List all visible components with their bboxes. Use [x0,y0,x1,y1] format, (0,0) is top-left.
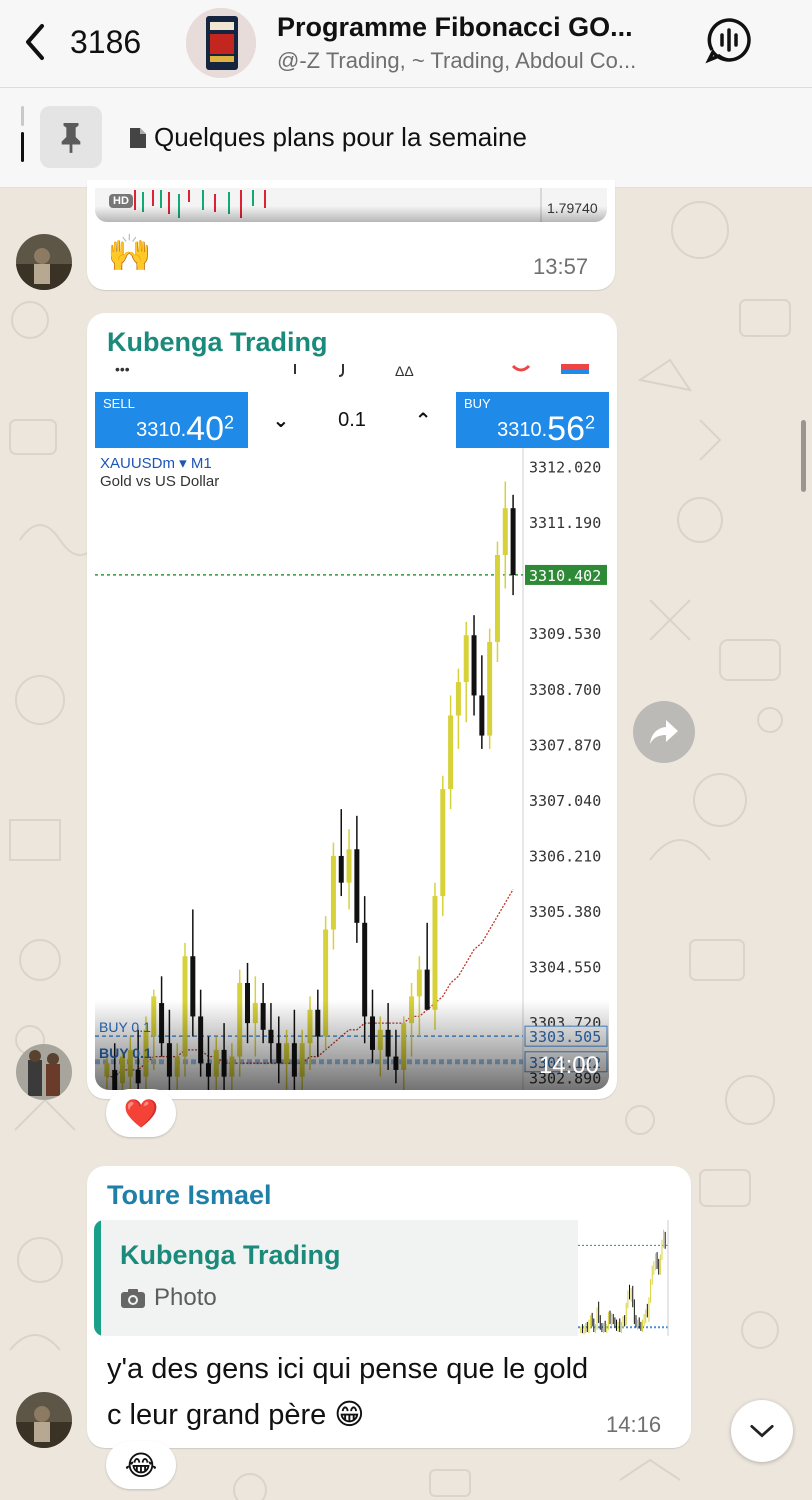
candlestick-chart: 3312.020 3311.190 3310.402 3309.530 3308.700… [95,448,609,1090]
group-members[interactable]: @-Z Trading, ~ Trading, Abdoul Co... [277,48,687,74]
y-tick-label: 3307.040 [529,792,601,810]
svg-text:•••: ••• [115,361,130,377]
candle-body [455,682,461,716]
sender-name[interactable]: Kubenga Trading [107,327,328,358]
y-tick-label: 3308.700 [529,681,601,699]
buy-price: 3310.562 [497,410,595,448]
buy-label: BUY [464,396,491,411]
chevron-left-icon [26,24,44,60]
reaction-badge[interactable]: ❤️ [106,1089,176,1137]
candle-body [338,855,344,883]
previous-chart-thumbnail[interactable]: HD 1.79740 [95,188,607,222]
chart-toolbar-icons: ••• ΔΔ [115,361,589,379]
reaction-heart: ❤️ [123,1097,159,1129]
message-bubble[interactable]: HD 1.79740 🙌 13:57 [87,180,615,290]
pinned-message-bar[interactable]: Quelques plans pour la semaine [0,88,812,188]
y-tick-label: 3304.550 [529,958,601,976]
group-avatar[interactable] [186,8,256,78]
sender-avatar[interactable] [16,234,72,290]
back-button[interactable]: 3186 [22,22,141,62]
svg-text:ΔΔ: ΔΔ [395,363,414,379]
quoted-chart-thumbnail [578,1220,686,1336]
candle-body [487,641,493,736]
candle-body [510,508,516,576]
lot-size-value[interactable]: 0.1 [338,409,366,432]
sender-avatar[interactable] [16,1392,72,1448]
pinned-label: Quelques plans pour la semaine [154,122,527,152]
forward-icon [650,720,678,744]
candle-body [416,969,422,997]
candle-body [479,695,485,736]
voice-chat-icon[interactable] [705,16,753,64]
candle-body [432,896,438,1010]
pinned-text: Quelques plans pour la semaine [128,122,527,153]
message-time: 13:57 [533,254,589,279]
candle-body [440,789,446,897]
chat-header: 3186 Programme Fibonacci GO... @-Z Tradi… [0,0,812,88]
scroll-to-bottom-button[interactable] [731,1400,793,1462]
candle-body [463,635,469,683]
y-tick-label: 3310.402 [529,567,601,585]
quoted-sender: Kubenga Trading [120,1240,341,1270]
y-tick-label: 3311.190 [529,514,601,532]
candle-body [346,849,352,883]
buy-button[interactable]: BUY 3310.562 [456,392,609,448]
trade-panel: SELL 3310.402 ⌄ 0.1 ⌃ BUY 3310.562 [95,392,609,448]
sell-label: SELL [103,396,135,411]
candle-body [448,715,454,790]
pin-icon[interactable] [40,106,102,168]
y-tick-label: 3309.530 [529,625,601,643]
quoted-type: Photo [120,1284,217,1312]
sender-name[interactable]: Toure Ismael [107,1180,272,1211]
candle-body [330,855,336,930]
reaction-badge[interactable]: 😂 [106,1441,176,1489]
message-time: 14:00 [538,1052,599,1079]
y-tick-label: 3306.210 [529,847,601,865]
unread-count: 3186 [70,23,142,60]
scrollbar[interactable] [801,420,806,492]
sell-button[interactable]: SELL 3310.402 [95,392,248,448]
group-title[interactable]: Programme Fibonacci GO... [277,12,687,43]
sender-avatar[interactable] [16,1044,72,1100]
reaction-laugh: 😂 [124,1449,158,1481]
candle-body [502,508,508,555]
quote-accent-bar [94,1220,101,1336]
chevron-down-icon [750,1424,774,1438]
document-icon [130,127,146,148]
y-tick-label: 3307.870 [529,736,601,754]
chart-image[interactable]: ••• ΔΔ SELL 3310.402 ⌄ 0.1 ⌃ BUY 3310.56… [95,360,609,1090]
chevron-up-icon[interactable]: ⌃ [415,408,432,433]
sell-price: 3310.402 [136,410,234,448]
lot-size-control: ⌄ 0.1 ⌃ [248,392,456,448]
message-time: 14:16 [606,1412,662,1437]
previous-chart-price: 1.79740 [547,200,598,216]
video-overlay-fade [95,1000,609,1090]
emoji-message: 🙌 [107,232,152,273]
candle-body [354,849,360,923]
camera-icon [121,1289,145,1308]
pinned-indicator [21,106,25,168]
chevron-down-icon[interactable]: ⌄ [272,408,289,433]
y-tick-label: 3312.020 [529,459,601,477]
forward-button[interactable] [633,701,695,763]
y-tick-label: 3305.380 [529,903,601,921]
quoted-message[interactable]: Kubenga Trading Photo [94,1220,686,1336]
candle-body [494,555,500,642]
hd-badge: HD [109,194,133,208]
message-text: y'a des gens ici qui pense que le gold c… [107,1353,589,1431]
candle-body [471,635,477,696]
